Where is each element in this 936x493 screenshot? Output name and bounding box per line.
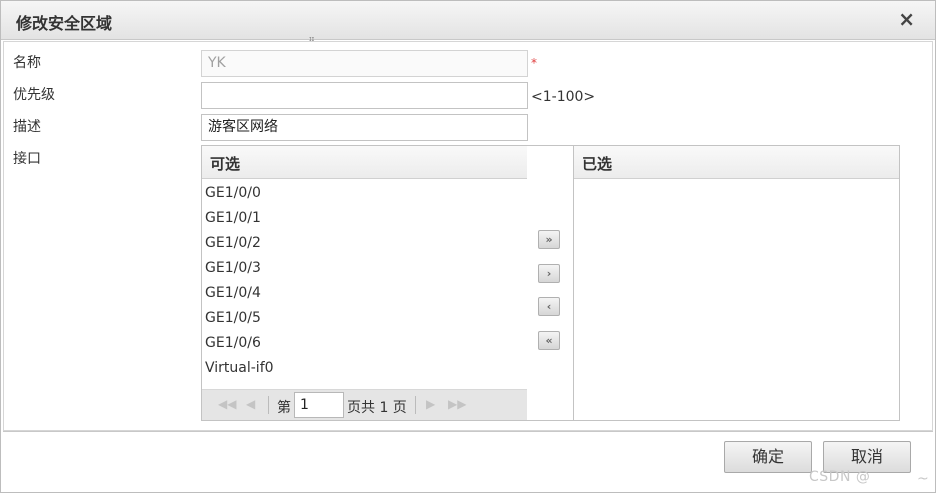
- list-item[interactable]: GE1/0/2: [202, 231, 527, 256]
- prev-page-icon[interactable]: ◀: [246, 397, 255, 411]
- move-all-right-icon[interactable]: »: [538, 230, 560, 249]
- priority-input[interactable]: [201, 82, 528, 109]
- edit-security-zone-dialog: 修改安全区域 × ɪɪ 名称 YK * 优先级 <1-100> 描述 游客区网络…: [0, 0, 936, 493]
- list-item[interactable]: GE1/0/6: [202, 331, 527, 356]
- name-field[interactable]: YK: [201, 50, 528, 77]
- page-total-text: 页共 1 页: [347, 400, 407, 416]
- pager-divider: [415, 396, 416, 414]
- selected-list-header: 已选: [574, 146, 899, 179]
- available-list-header: 可选: [202, 146, 527, 179]
- description-label: 描述: [13, 119, 41, 135]
- pager-divider: [268, 396, 269, 414]
- priority-range-hint: <1-100>: [531, 89, 596, 105]
- close-icon[interactable]: ×: [898, 9, 915, 29]
- move-left-icon[interactable]: ‹: [538, 297, 560, 316]
- watermark: CSDN @: [809, 469, 871, 485]
- last-page-icon[interactable]: ▶▶: [448, 397, 466, 411]
- ok-button[interactable]: 确定: [724, 441, 812, 473]
- list-item[interactable]: GE1/0/4: [202, 281, 527, 306]
- move-right-icon[interactable]: ›: [538, 264, 560, 283]
- transfer-controls: » › ‹ «: [527, 145, 574, 421]
- selected-interface-list: 已选: [573, 145, 900, 421]
- pagination-bar: ◀◀ ◀ 第 1 页共 1 页 ▶ ▶▶: [202, 389, 527, 420]
- list-item[interactable]: GE1/0/0: [202, 181, 527, 206]
- dialog-titlebar: 修改安全区域 ×: [1, 1, 935, 40]
- required-mark: *: [531, 56, 537, 70]
- page-number-input[interactable]: 1: [294, 392, 344, 418]
- list-item[interactable]: Virtual-if0: [202, 356, 527, 381]
- list-item[interactable]: GE1/0/1: [202, 206, 527, 231]
- stray-mark: ɪɪ: [309, 35, 315, 43]
- footer-divider: [3, 431, 933, 432]
- first-page-icon[interactable]: ◀◀: [218, 397, 236, 411]
- move-all-left-icon[interactable]: «: [538, 331, 560, 350]
- available-interface-list: 可选 GE1/0/0 GE1/0/1 GE1/0/2 GE1/0/3 GE1/0…: [201, 145, 528, 421]
- list-item[interactable]: GE1/0/5: [202, 306, 527, 331]
- next-page-icon[interactable]: ▶: [426, 397, 435, 411]
- page-prefix: 第: [277, 400, 291, 416]
- priority-label: 优先级: [13, 87, 55, 103]
- dialog-title: 修改安全区域: [16, 14, 113, 33]
- name-label: 名称: [13, 55, 41, 71]
- description-input[interactable]: 游客区网络: [201, 114, 528, 141]
- list-item[interactable]: GE1/0/3: [202, 256, 527, 281]
- interface-label: 接口: [13, 151, 41, 167]
- watermark-tail: ~: [917, 471, 929, 487]
